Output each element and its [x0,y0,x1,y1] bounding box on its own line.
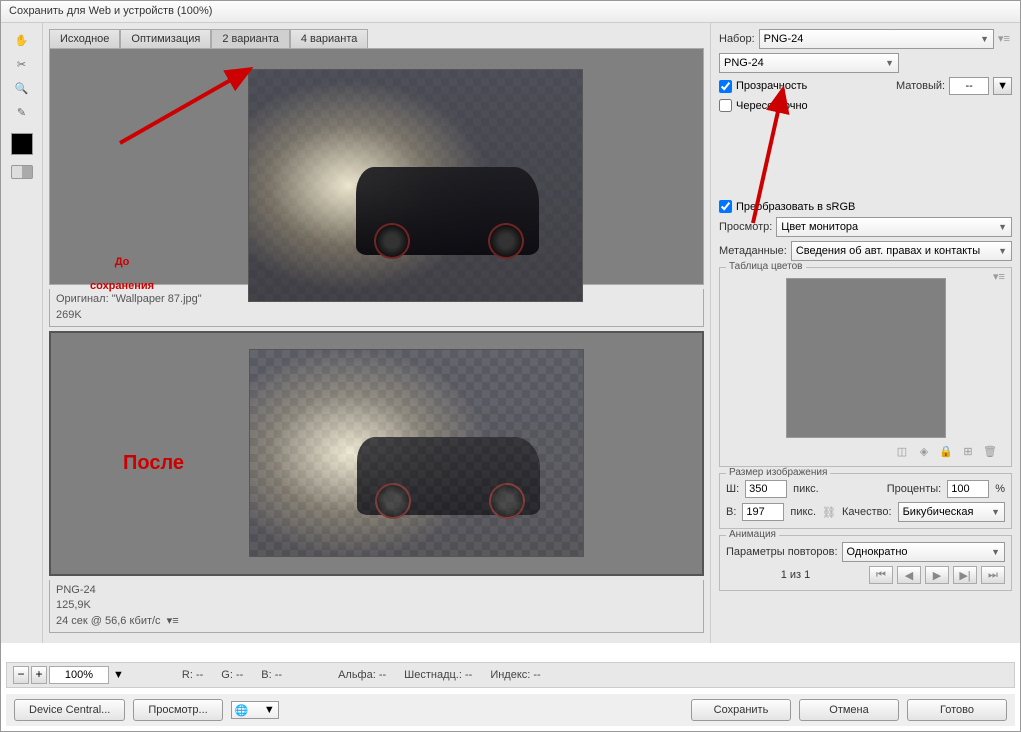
window-title: Сохранить для Web и устройств (100%) [1,1,1020,23]
last-frame-button[interactable]: ⏭ [981,566,1005,584]
new-color-icon[interactable]: ⊞ [961,444,975,458]
resample-dropdown[interactable]: Бикубическая▼ [898,502,1005,522]
g-value: G: -- [221,669,243,681]
lock-color-icon[interactable]: 🔒 [939,444,953,458]
slice-visibility-toggle[interactable] [11,165,33,179]
image-size-panel: Размер изображения Ш: пикс. Проценты: % … [719,473,1012,529]
save-button[interactable]: Сохранить [691,699,791,721]
view-tabs: Исходное Оптимизация 2 варианта 4 вариан… [49,29,704,48]
map-transparent-icon[interactable]: ◫ [895,444,909,458]
height-input[interactable] [742,503,784,521]
optimized-image [249,349,584,557]
zoom-out-button[interactable]: − [13,666,29,684]
settings-panel: Набор: PNG-24▼ ▾≡ PNG-24▼ Прозрачность М… [710,23,1020,643]
metadata-dropdown[interactable]: Сведения об авт. правах и контакты▼ [791,241,1012,261]
dialog-footer: Device Central... Просмотр... 🌐▼ Сохрани… [6,694,1015,726]
foreground-color-swatch[interactable] [11,133,33,155]
annotation-before: Досохранения [90,247,154,295]
preset-flyout-icon[interactable]: ▾≡ [998,32,1012,46]
frame-indicator: 1 из 1 [726,569,865,581]
device-central-button[interactable]: Device Central... [14,699,125,721]
hand-tool-icon[interactable]: ✋ [12,31,32,49]
width-input[interactable] [745,480,787,498]
preset-dropdown[interactable]: PNG-24▼ [759,29,994,49]
next-frame-button[interactable]: ▶| [953,566,977,584]
alpha-value: Альфа: -- [338,669,386,681]
optimized-info: PNG-24 125,9K 24 сек @ 56,6 кбит/с ▾≡ [49,580,704,633]
play-button[interactable]: ▶ [925,566,949,584]
format-dropdown[interactable]: PNG-24▼ [719,53,899,73]
original-image [248,69,583,302]
matte-label: Матовый: [896,80,945,92]
eyedropper-tool-icon[interactable]: ✎ [12,103,32,121]
delete-color-icon[interactable]: 🗑 [983,444,997,458]
slice-tool-icon[interactable]: ✂ [12,55,32,73]
percent-input[interactable] [947,480,989,498]
optimized-preview-pane[interactable]: После [49,331,704,576]
metadata-label: Метаданные: [719,245,787,257]
tab-original[interactable]: Исходное [49,29,120,48]
color-table-panel: Таблица цветов ▾≡ ◫ ◈ 🔒 ⊞ 🗑 [719,267,1012,467]
tab-4up[interactable]: 4 варианта [290,29,369,48]
done-button[interactable]: Готово [907,699,1007,721]
preview-button[interactable]: Просмотр... [133,699,222,721]
first-frame-button[interactable]: ⏮ [869,566,893,584]
tab-optimized[interactable]: Оптимизация [120,29,211,48]
browser-preview-dropdown[interactable]: 🌐▼ [231,701,279,719]
loop-dropdown[interactable]: Однократно▼ [842,542,1005,562]
color-table-flyout-icon[interactable]: ▾≡ [993,270,1007,284]
hex-value: Шестнадц.: -- [404,669,472,681]
preview-area: Исходное Оптимизация 2 варианта 4 вариан… [43,23,710,643]
original-preview-pane[interactable]: Досохранения [49,48,704,285]
constrain-link-icon[interactable]: ⛓ [822,505,836,519]
prev-frame-button[interactable]: ◀ [897,566,921,584]
status-bar: − + 100% ▼ R: -- G: -- B: -- Альфа: -- Ш… [6,662,1015,688]
index-value: Индекс: -- [490,669,540,681]
zoom-in-button[interactable]: + [31,666,47,684]
color-table-grid[interactable] [786,278,946,438]
zoom-level-field[interactable]: 100% [49,666,109,684]
cancel-button[interactable]: Отмена [799,699,899,721]
zoom-tool-icon[interactable]: 🔍 [12,79,32,97]
preset-label: Набор: [719,33,755,45]
tool-palette: ✋ ✂ 🔍 ✎ [1,23,43,643]
annotation-after: После [123,451,184,475]
shift-web-icon[interactable]: ◈ [917,444,931,458]
matte-dropdown[interactable]: -- [949,77,989,95]
tab-2up[interactable]: 2 варианта [211,29,290,48]
animation-panel: Анимация Параметры повторов: Однократно▼… [719,535,1012,591]
b-value: B: -- [261,669,282,681]
r-value: R: -- [182,669,203,681]
